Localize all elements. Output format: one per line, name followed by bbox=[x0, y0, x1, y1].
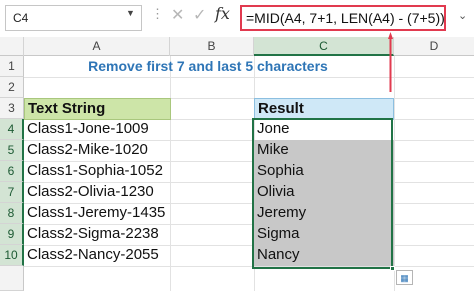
expand-formula-bar-icon[interactable]: ⌄ bbox=[458, 9, 467, 22]
selection-range-border bbox=[252, 118, 393, 269]
row-header-7[interactable]: 7 bbox=[0, 182, 24, 203]
column-header-b[interactable]: B bbox=[170, 37, 254, 56]
cancel-icon[interactable]: ✕ bbox=[171, 5, 184, 25]
gridline bbox=[170, 56, 171, 291]
fill-handle[interactable] bbox=[390, 266, 395, 271]
text-string-cell[interactable]: Class2-Nancy-2055 bbox=[24, 245, 170, 266]
formula-bar-grip-icon: ⋮ bbox=[151, 6, 164, 21]
sheet-title: Remove first 7 and last 5 characters bbox=[88, 58, 328, 74]
gridline bbox=[24, 77, 474, 78]
quick-analysis-icon[interactable]: ▦ bbox=[396, 270, 413, 285]
text-string-cell[interactable]: Class1-Sophia-1052 bbox=[24, 161, 170, 182]
header-text-string[interactable]: Text String bbox=[24, 98, 171, 120]
row-header-9[interactable]: 9 bbox=[0, 224, 24, 245]
text-string-cell[interactable]: Class1-Jone-1009 bbox=[24, 119, 170, 140]
select-all-corner[interactable] bbox=[0, 37, 24, 56]
row-header-2[interactable]: 2 bbox=[0, 77, 24, 98]
row-header-3[interactable]: 3 bbox=[0, 98, 24, 119]
column-header-d[interactable]: D bbox=[394, 37, 474, 56]
row-header-6[interactable]: 6 bbox=[0, 161, 24, 182]
gridline bbox=[24, 266, 474, 267]
name-box-dropdown-icon[interactable]: ▼ bbox=[126, 8, 135, 18]
row-header-1[interactable]: 1 bbox=[0, 56, 24, 77]
column-header-c[interactable]: C bbox=[254, 37, 394, 56]
text-string-cell[interactable]: Class2-Olivia-1230 bbox=[24, 182, 170, 203]
function-icon[interactable]: fx bbox=[215, 4, 230, 23]
column-header-a[interactable]: A bbox=[24, 37, 170, 56]
row-header-8[interactable]: 8 bbox=[0, 203, 24, 224]
row-header-4[interactable]: 4 bbox=[0, 119, 24, 140]
text-string-cell[interactable]: Class2-Sigma-2238 bbox=[24, 224, 170, 245]
text-string-cell[interactable]: Class1-Jeremy-1435 bbox=[24, 203, 170, 224]
formula-text: =MID(A4, 7+1, LEN(A4) - (7+5)) bbox=[246, 10, 445, 26]
name-box-value: C4 bbox=[13, 11, 29, 25]
formula-input[interactable]: =MID(A4, 7+1, LEN(A4) - (7+5)) bbox=[240, 5, 446, 31]
gridline bbox=[394, 56, 395, 291]
header-result[interactable]: Result bbox=[254, 98, 394, 120]
row-header-11[interactable] bbox=[0, 266, 24, 291]
enter-icon[interactable]: ✓ bbox=[193, 5, 206, 25]
name-box[interactable]: C4 bbox=[5, 5, 142, 31]
pointer-arrow bbox=[388, 32, 393, 92]
row-header-5[interactable]: 5 bbox=[0, 140, 24, 161]
row-header-10[interactable]: 10 bbox=[0, 245, 24, 266]
text-string-cell[interactable]: Class2-Mike-1020 bbox=[24, 140, 170, 161]
